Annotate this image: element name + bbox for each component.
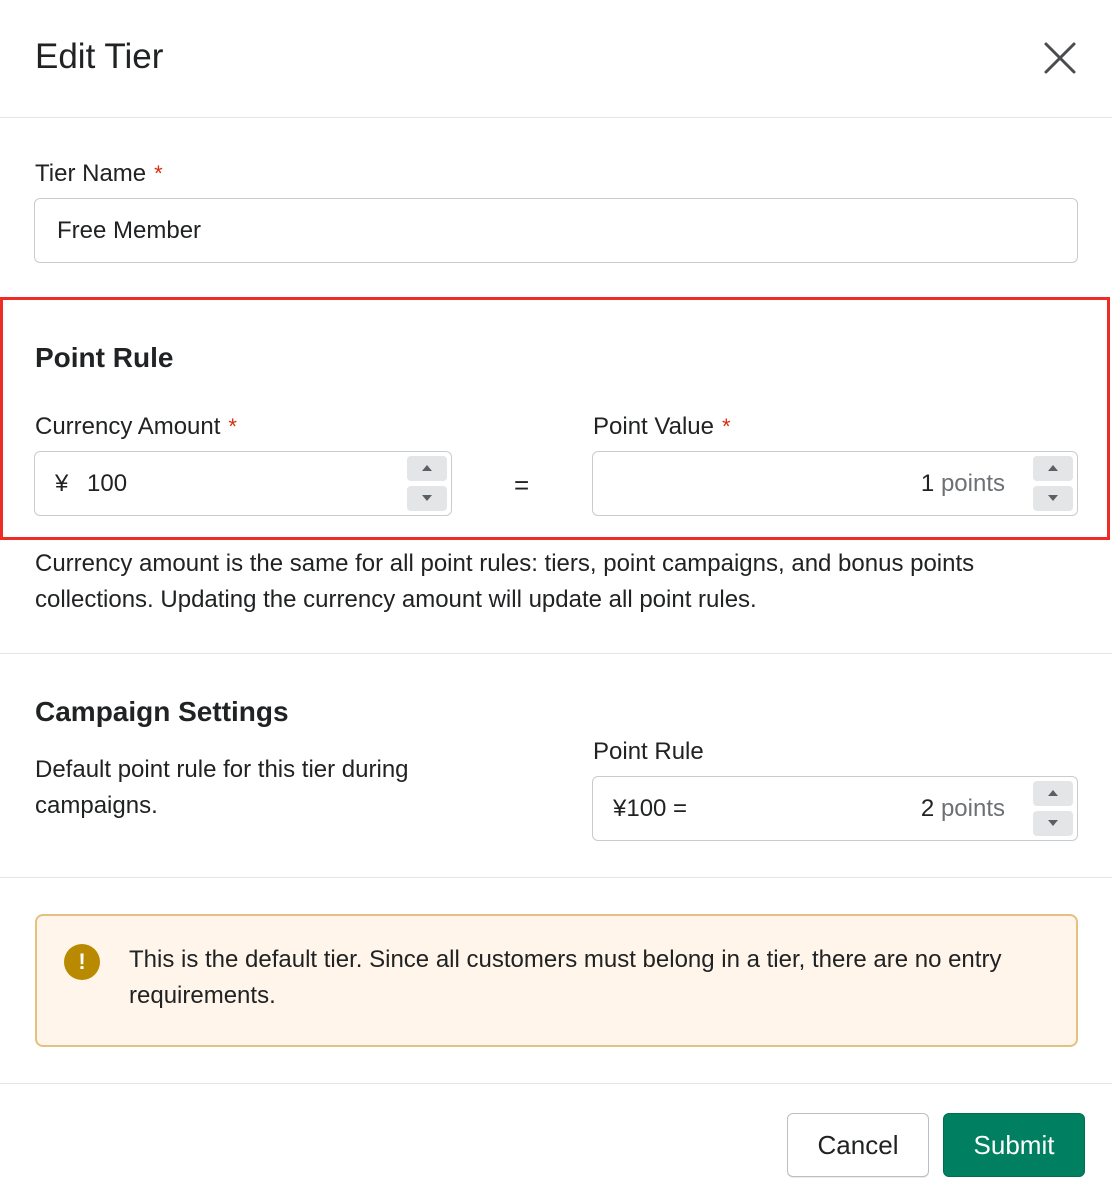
decrement-button[interactable] <box>1033 486 1073 511</box>
currency-amount-input[interactable]: ¥ 100 <box>34 451 452 516</box>
increment-button[interactable] <box>407 456 447 481</box>
point-rule-help-text: Currency amount is the same for all poin… <box>35 550 975 613</box>
caret-up-icon <box>1048 790 1058 796</box>
caret-down-icon <box>1048 495 1058 501</box>
banner-text: This is the default tier. Since all cust… <box>129 946 1002 1009</box>
increment-button[interactable] <box>1033 456 1073 481</box>
required-mark: * <box>228 414 237 439</box>
campaign-point-rule-stepper <box>1033 781 1073 836</box>
required-mark: * <box>154 161 163 186</box>
tier-name-value: Free Member <box>57 217 202 244</box>
footer-divider <box>0 1083 1112 1084</box>
caret-down-icon <box>422 495 432 501</box>
close-icon <box>1044 42 1076 74</box>
currency-amount-label: Currency Amount * <box>35 412 237 442</box>
point-value-display: 1 points <box>921 468 1005 500</box>
tier-name-label: Tier Name * <box>35 159 163 189</box>
decrement-button[interactable] <box>407 486 447 511</box>
point-value-label: Point Value * <box>593 412 731 442</box>
currency-prefix: ¥ <box>55 470 69 497</box>
section-divider <box>0 877 1112 878</box>
point-value-suffix: points <box>940 470 1005 497</box>
campaign-point-rule-number: 2 <box>920 795 935 822</box>
close-button[interactable] <box>1040 38 1080 78</box>
currency-amount-value: 100 <box>87 470 128 497</box>
campaign-point-rule-display: 2 points <box>921 793 1005 825</box>
warning-icon: ! <box>64 944 100 980</box>
caret-up-icon <box>1048 465 1058 471</box>
decrement-button[interactable] <box>1033 811 1073 836</box>
point-value-input[interactable]: 1 points <box>592 451 1078 516</box>
campaign-settings-heading: Campaign Settings <box>35 696 289 727</box>
modal-header: Edit Tier <box>0 0 1112 118</box>
warning-icon-glyph: ! <box>78 949 86 974</box>
currency-amount-label-text: Currency Amount <box>35 413 221 440</box>
point-value-number: 1 <box>920 470 935 497</box>
currency-amount-stepper <box>407 456 447 511</box>
campaign-point-rule-prefix: ¥100 = <box>613 795 688 822</box>
equals-sign: = <box>514 470 530 500</box>
tier-name-label-text: Tier Name <box>35 160 147 187</box>
cancel-button[interactable]: Cancel <box>787 1113 929 1177</box>
increment-button[interactable] <box>1033 781 1073 806</box>
tier-name-input[interactable]: Free Member <box>34 198 1078 263</box>
required-mark: * <box>721 414 731 439</box>
point-value-label-text: Point Value <box>593 413 714 440</box>
caret-up-icon <box>422 465 432 471</box>
caret-down-icon <box>1048 820 1058 826</box>
default-tier-banner: ! This is the default tier. Since all cu… <box>35 914 1078 1047</box>
section-divider <box>0 653 1112 654</box>
campaign-point-rule-suffix: points <box>940 795 1005 822</box>
campaign-point-rule-label: Point Rule <box>593 738 704 765</box>
campaign-settings-description: Default point rule for this tier during … <box>35 756 409 819</box>
modal-title: Edit Tier <box>35 37 164 76</box>
point-value-stepper <box>1033 456 1073 511</box>
campaign-point-rule-input[interactable]: ¥100 = 2 points <box>592 776 1078 841</box>
submit-button[interactable]: Submit <box>943 1113 1085 1177</box>
point-rule-heading: Point Rule <box>35 342 174 373</box>
